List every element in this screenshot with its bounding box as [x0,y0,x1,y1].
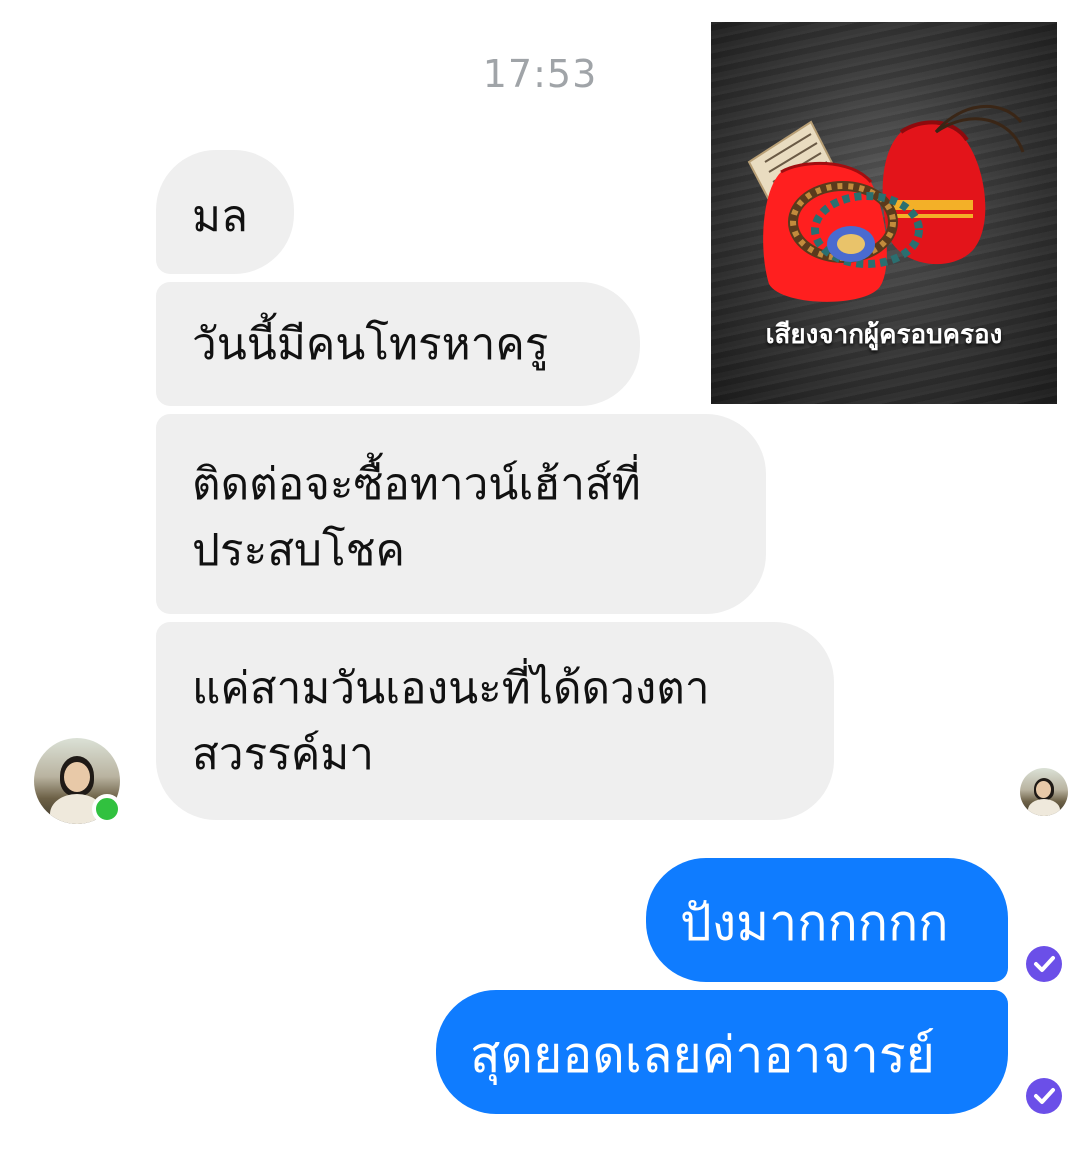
outgoing-message[interactable]: สุดยอดเลยค่าอาจารย์ [436,990,1008,1114]
message-timestamp: 17:53 [482,52,598,96]
message-text: ปังมากกกกก [680,894,949,952]
image-caption: เสียงจากผู้ครอบครอง [765,320,1003,350]
image-message[interactable]: เสียงจากผู้ครอบครอง [711,22,1057,404]
incoming-message[interactable]: มล [156,150,294,274]
incoming-message[interactable]: วันนี้มีคนโทรหาครู [156,282,640,406]
check-circle-icon [1026,1078,1062,1114]
seen-by-avatar [1020,768,1068,816]
incoming-message[interactable]: แค่สามวันเองนะที่ได้ดวงตา สวรรค์มา [156,622,834,820]
message-text: วันนี้มีคนโทรหาครู [192,319,549,370]
message-text: มล [192,191,248,242]
outgoing-message[interactable]: ปังมากกกกก [646,858,1008,982]
message-text-line: ประสบโชค [192,525,405,576]
incoming-message[interactable]: ติดต่อจะซื้อทาวน์เฮ้าส์ที่ ประสบโชค [156,414,766,614]
message-text-line: สวรรค์มา [192,729,374,780]
online-dot-icon [92,794,122,824]
check-circle-icon [1026,946,1062,982]
message-text: สุดยอดเลยค่าอาจารย์ [470,1026,935,1084]
message-text-line: แค่สามวันเองนะที่ได้ดวงตา [192,663,710,714]
message-text-line: ติดต่อจะซื้อทาวน์เฮ้าส์ที่ [192,459,641,510]
